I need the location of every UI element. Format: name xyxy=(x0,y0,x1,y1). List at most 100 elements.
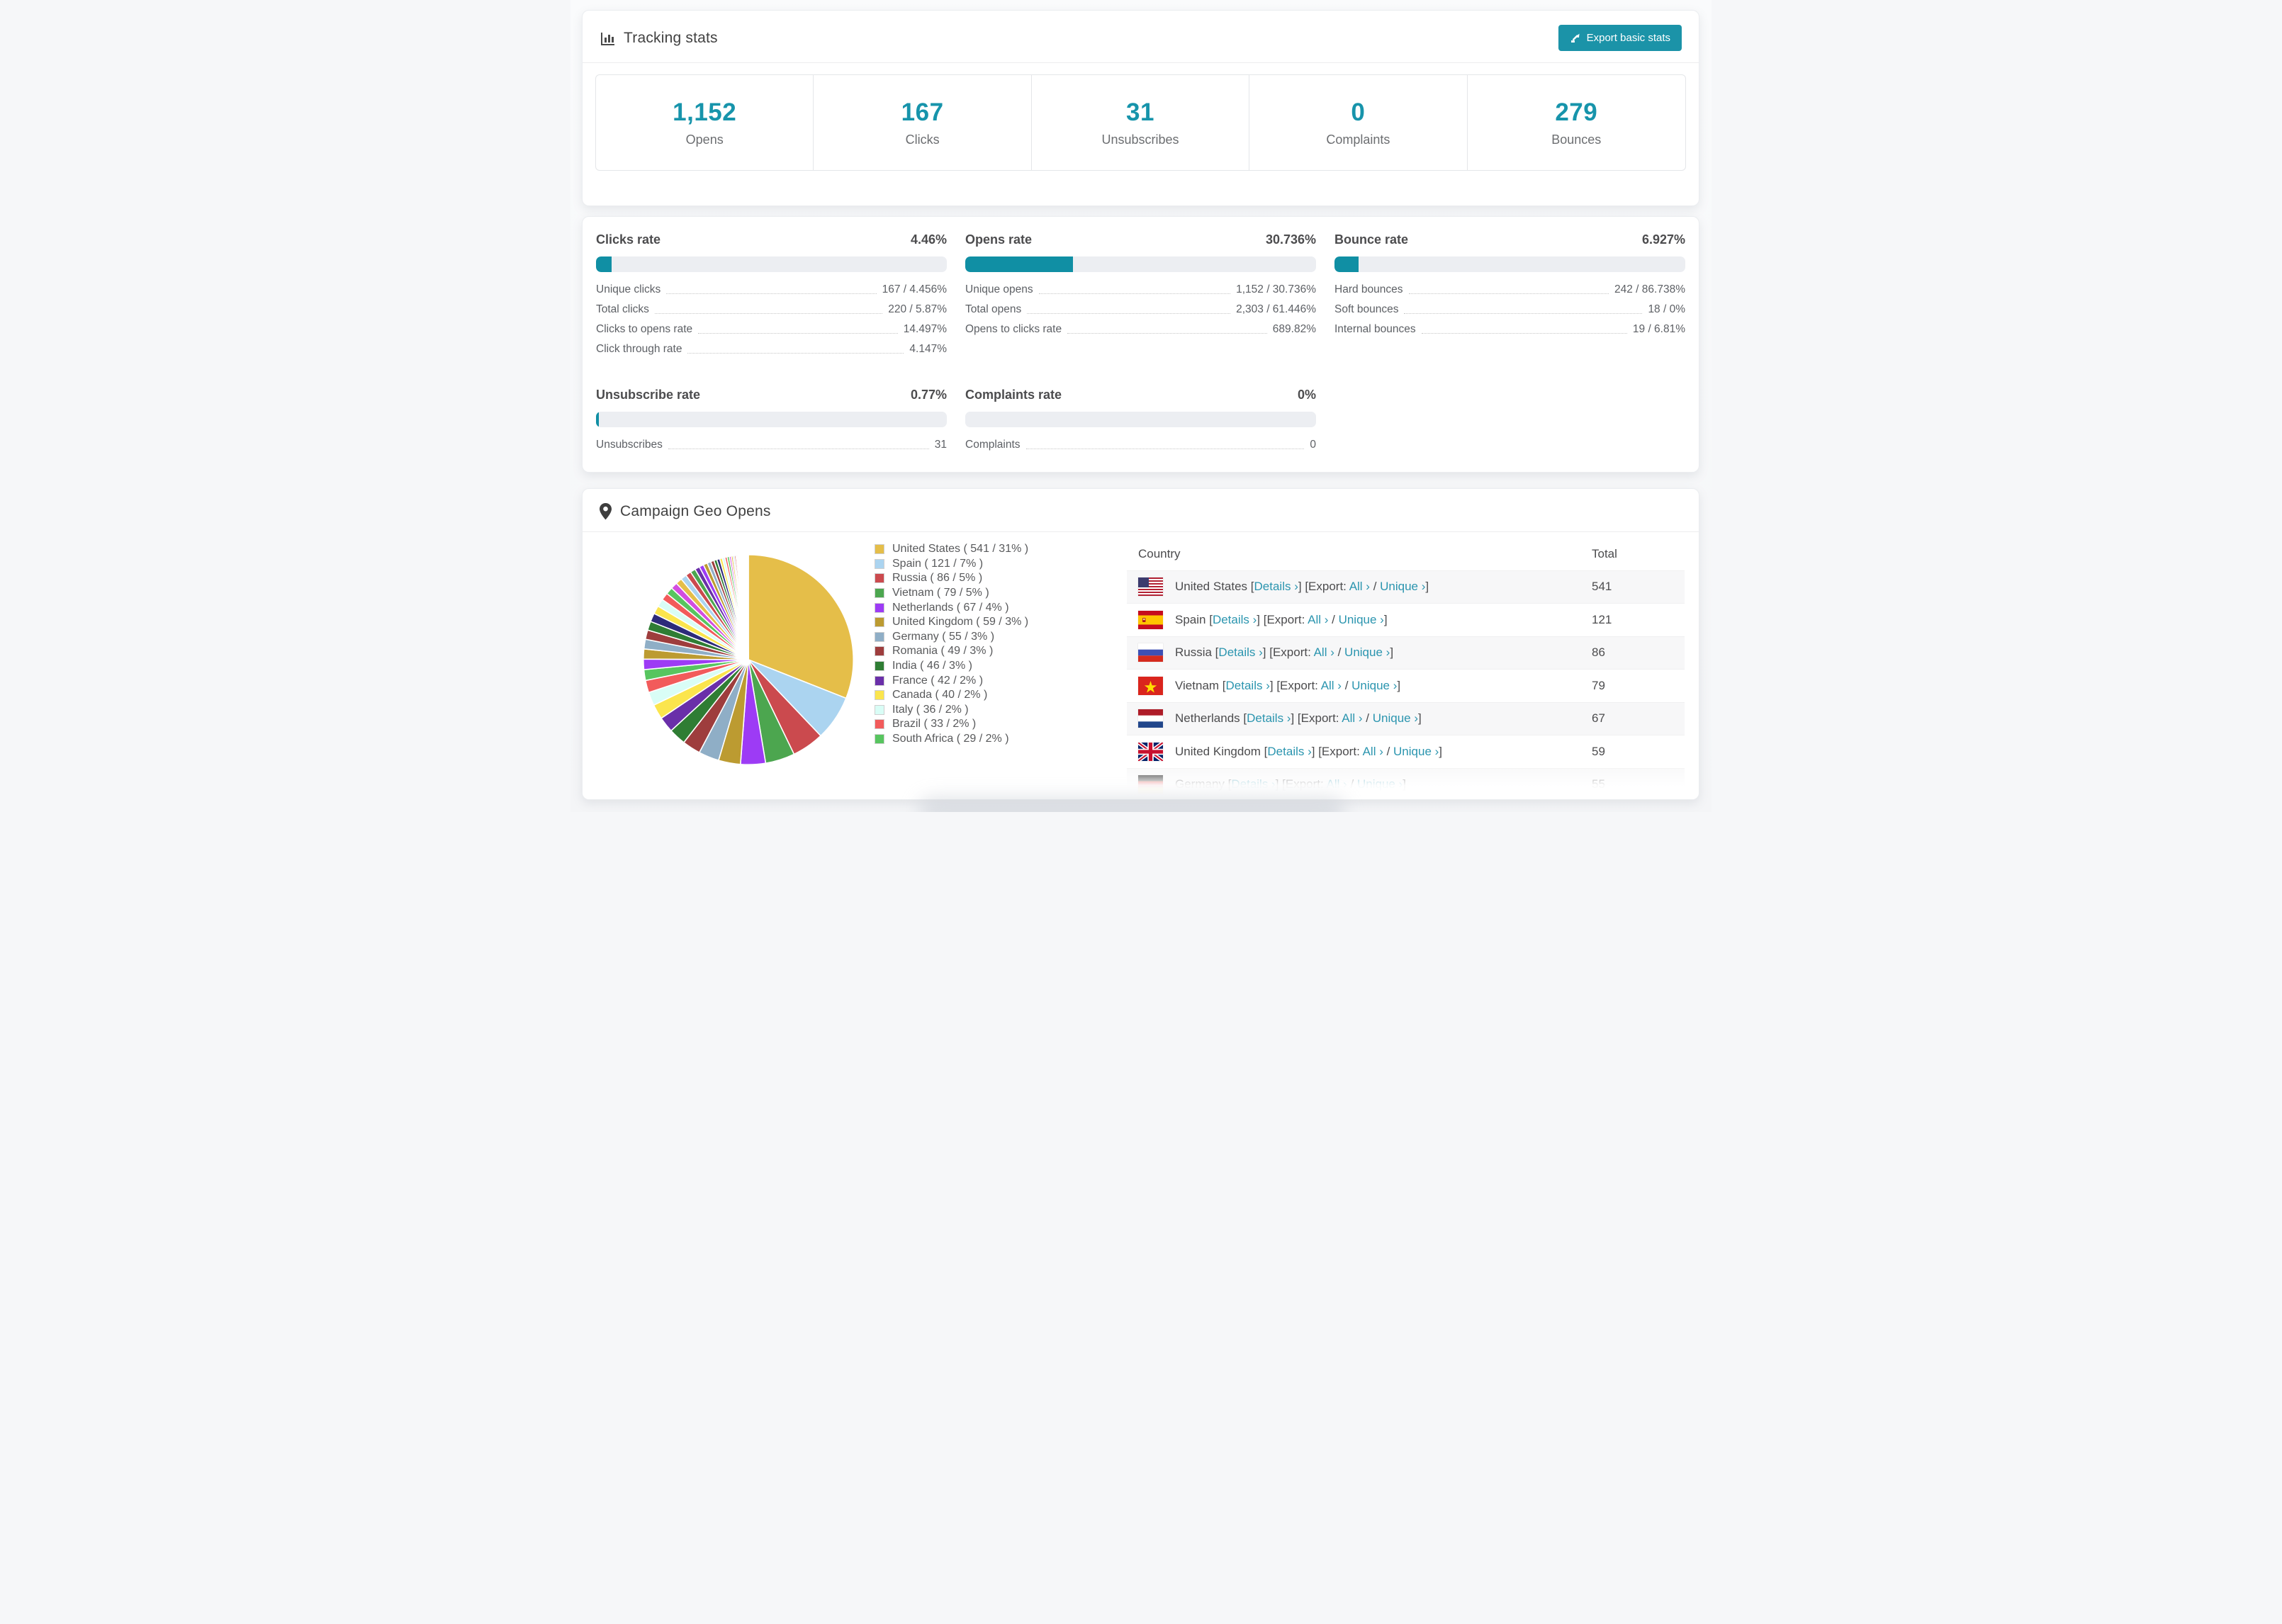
opens-rate-progress-fill xyxy=(965,256,1074,272)
geo-country-cell: Russia [Details ›] [Export: All › / Uniq… xyxy=(1175,645,1394,660)
export-icon xyxy=(1570,33,1581,44)
legend-swatch xyxy=(875,646,884,657)
flag-icon-es xyxy=(1138,610,1163,629)
legend-item-united-states[interactable]: United States ( 541 / 31% ) xyxy=(875,542,1124,557)
legend-swatch xyxy=(875,690,884,701)
export-unique-link-netherlands[interactable]: Unique › xyxy=(1373,711,1418,725)
opens-rate-head: Opens rate 30.736% xyxy=(965,232,1316,247)
rates-card: Clicks rate 4.46% Unique clicks 167 / 4.456… xyxy=(582,216,1699,473)
dotted-leader xyxy=(1404,313,1643,314)
rate-title: Bounce rate xyxy=(1334,232,1409,247)
geo-header: Campaign Geo Opens xyxy=(583,489,1699,520)
legend-item-germany[interactable]: Germany ( 55 / 3% ) xyxy=(875,630,1124,645)
legend-label: United Kingdom ( 59 / 3% ) xyxy=(892,616,1029,628)
details-link-russia[interactable]: Details › xyxy=(1218,645,1262,659)
rate-row-value: 31 xyxy=(934,439,947,451)
rate-value: 30.736% xyxy=(1265,232,1316,247)
rate-row: Total clicks 220 / 5.87% xyxy=(596,303,947,316)
rate-row: Hard bounces 242 / 86.738% xyxy=(1334,283,1685,296)
details-link-vietnam[interactable]: Details › xyxy=(1226,679,1270,692)
rate-row-value: 4.147% xyxy=(909,343,947,355)
legend-label: Vietnam ( 79 / 5% ) xyxy=(892,587,989,599)
flag-icon-ru xyxy=(1138,643,1163,662)
flag-icon-de xyxy=(1138,775,1163,794)
rate-row-label: Hard bounces xyxy=(1334,283,1403,295)
rate-row: Soft bounces 18 / 0% xyxy=(1334,303,1685,316)
rate-row-value: 14.497% xyxy=(903,323,947,335)
geo-country-cell: United States [Details ›] [Export: All ›… xyxy=(1175,580,1429,594)
export-unique-link-vietnam[interactable]: Unique › xyxy=(1351,679,1397,692)
legend-label: France ( 42 / 2% ) xyxy=(892,674,984,687)
bottom-shadow-blob xyxy=(919,798,1344,812)
legend-item-brazil[interactable]: Brazil ( 33 / 2% ) xyxy=(875,717,1124,732)
dotted-leader xyxy=(687,353,904,354)
export-unique-link-spain[interactable]: Unique › xyxy=(1339,613,1384,626)
legend-item-italy[interactable]: Italy ( 36 / 2% ) xyxy=(875,703,1124,718)
legend-swatch xyxy=(875,602,884,613)
legend-item-india[interactable]: India ( 46 / 3% ) xyxy=(875,659,1124,674)
stat-value: 167 xyxy=(901,98,944,126)
legend-item-canada[interactable]: Canada ( 40 / 2% ) xyxy=(875,688,1124,703)
geo-country-cell: Vietnam [Details ›] [Export: All › / Uni… xyxy=(1175,678,1401,692)
dotted-leader xyxy=(654,313,883,314)
export-unique-link-germany[interactable]: Unique › xyxy=(1357,777,1403,791)
stat-value: 0 xyxy=(1351,98,1366,126)
legend-item-spain[interactable]: Spain ( 121 / 7% ) xyxy=(875,557,1124,572)
tracking-stats-card: Tracking stats Export basic stats 1,152 O… xyxy=(582,10,1699,206)
export-all-link-vietnam[interactable]: All › xyxy=(1321,679,1342,692)
stat-label: Clicks xyxy=(905,132,940,147)
export-basic-stats-button[interactable]: Export basic stats xyxy=(1558,25,1682,51)
legend-label: Canada ( 40 / 2% ) xyxy=(892,689,988,701)
export-all-link-spain[interactable]: All › xyxy=(1308,613,1328,626)
rate-row-value: 167 / 4.456% xyxy=(882,283,947,295)
legend-label: Spain ( 121 / 7% ) xyxy=(892,557,984,570)
unsubscribe-rate-head: Unsubscribe rate 0.77% xyxy=(596,388,947,402)
legend-item-france[interactable]: France ( 42 / 2% ) xyxy=(875,673,1124,688)
export-all-link-united-kingdom[interactable]: All › xyxy=(1363,745,1383,758)
dotted-leader xyxy=(1067,333,1267,334)
rate-row-value: 19 / 6.81% xyxy=(1632,323,1685,335)
geo-table: Country Total United States [Details ›] [E… xyxy=(1127,538,1685,799)
details-link-spain[interactable]: Details › xyxy=(1213,613,1257,626)
dotted-leader xyxy=(666,293,877,294)
dotted-leader xyxy=(1408,293,1609,294)
dotted-leader xyxy=(1038,293,1231,294)
export-all-link-united-states[interactable]: All › xyxy=(1349,580,1370,593)
details-link-germany[interactable]: Details › xyxy=(1231,777,1275,791)
legend-item-netherlands[interactable]: Netherlands ( 67 / 4% ) xyxy=(875,600,1124,615)
geo-header-country: Country xyxy=(1138,547,1181,560)
opens-rate-block: Opens rate 30.736% Unique opens 1,152 / 30.… xyxy=(965,232,1316,363)
legend-swatch xyxy=(875,734,884,745)
legend-swatch xyxy=(875,617,884,628)
complaints-rate-progress-track xyxy=(965,412,1316,427)
legend-item-romania[interactable]: Romania ( 49 / 3% ) xyxy=(875,644,1124,659)
legend-swatch xyxy=(875,704,884,715)
export-unique-link-russia[interactable]: Unique › xyxy=(1344,645,1390,659)
clicks-rate-head: Clicks rate 4.46% xyxy=(596,232,947,247)
opens-rate-progress-track xyxy=(965,256,1316,272)
rate-row: Complaints 0 xyxy=(965,439,1316,451)
flag-icon-gb xyxy=(1138,742,1163,761)
legend-item-united-kingdom[interactable]: United Kingdom ( 59 / 3% ) xyxy=(875,615,1124,630)
export-unique-link-united-states[interactable]: Unique › xyxy=(1380,580,1425,593)
unsubscribe-rate-block: Unsubscribe rate 0.77% Unsubscribes 31 xyxy=(596,388,947,459)
details-link-united-states[interactable]: Details › xyxy=(1254,580,1298,593)
export-all-link-netherlands[interactable]: All › xyxy=(1342,711,1362,725)
legend-item-vietnam[interactable]: Vietnam ( 79 / 5% ) xyxy=(875,586,1124,601)
export-all-link-germany[interactable]: All › xyxy=(1327,777,1347,791)
rate-title: Complaints rate xyxy=(965,388,1062,402)
details-link-netherlands[interactable]: Details › xyxy=(1247,711,1291,725)
legend-item-russia[interactable]: Russia ( 86 / 5% ) xyxy=(875,571,1124,586)
export-unique-link-united-kingdom[interactable]: Unique › xyxy=(1393,745,1439,758)
details-link-united-kingdom[interactable]: Details › xyxy=(1267,745,1311,758)
export-button-label: Export basic stats xyxy=(1586,32,1670,44)
geo-row-spain: Spain [Details ›] [Export: All › / Uniqu… xyxy=(1127,604,1685,637)
export-all-link-russia[interactable]: All › xyxy=(1314,645,1334,659)
bounce-rate-head: Bounce rate 6.927% xyxy=(1334,232,1685,247)
legend-item-south-africa[interactable]: South Africa ( 29 / 2% ) xyxy=(875,732,1124,747)
flag-icon-vn xyxy=(1138,676,1163,695)
rate-row-value: 1,152 / 30.736% xyxy=(1236,283,1316,295)
rate-row: Unique opens 1,152 / 30.736% xyxy=(965,283,1316,296)
rates-grid: Clicks rate 4.46% Unique clicks 167 / 4.456… xyxy=(583,217,1699,476)
stat-box-complaints: 0 Complaints xyxy=(1249,75,1468,170)
